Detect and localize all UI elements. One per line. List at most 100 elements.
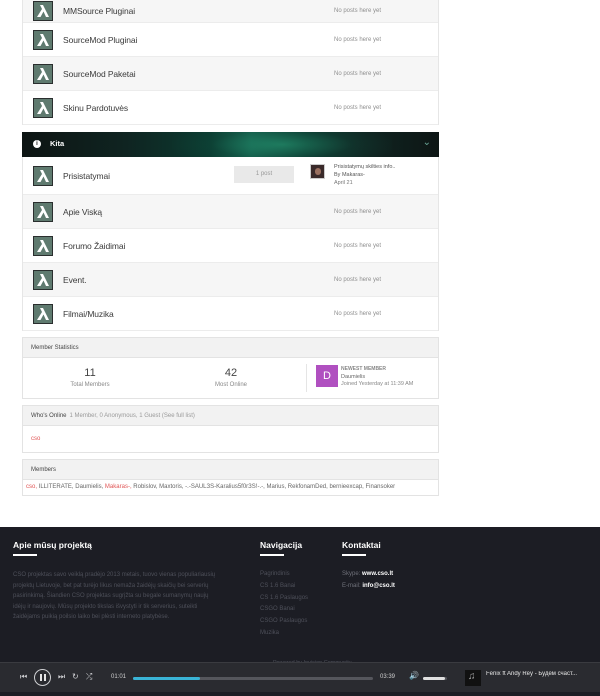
forum-icon bbox=[33, 97, 53, 118]
footer-about: Apie mūsų projektą CSO projektas savo ve… bbox=[13, 540, 218, 623]
last-post-date: April 21 bbox=[334, 180, 353, 186]
footer-nav-links: Pagrindinis CS 1.6 Banai CS 1.6 Paslaugo… bbox=[260, 569, 308, 640]
whos-online-summary[interactable]: 1 Member, 0 Anonymous, 1 Guest (See full… bbox=[70, 413, 195, 419]
forum-status: No posts here yet bbox=[334, 242, 382, 249]
progress-fill bbox=[133, 677, 201, 680]
footer-link[interactable]: CS 1.6 Paslaugos bbox=[260, 593, 308, 605]
skype-label: Skype: bbox=[342, 571, 361, 577]
total-members-stat: 11 Total Members bbox=[55, 367, 125, 388]
last-post-by-prefix: By bbox=[334, 172, 341, 178]
forum-name[interactable]: Forumo Žaidimai bbox=[63, 241, 125, 251]
newest-member-joined: Joined Yesterday at 11:39 AM bbox=[341, 381, 414, 387]
forum-icon bbox=[33, 165, 53, 186]
forum-status: No posts here yet bbox=[334, 8, 382, 14]
forum-status: No posts here yet bbox=[334, 104, 382, 111]
whos-online-header: Who's Online 1 Member, 0 Anonymous, 1 Gue… bbox=[23, 406, 438, 426]
forum-name[interactable]: MMSource Pluginai bbox=[63, 6, 135, 16]
email-value[interactable]: info@cso.lt bbox=[362, 583, 395, 589]
most-online-stat: 42 Most Online bbox=[196, 367, 266, 388]
most-online-label: Most Online bbox=[214, 382, 247, 388]
forum-status: No posts here yet bbox=[334, 70, 382, 77]
forum-row[interactable]: MMSource Pluginai No posts here yet bbox=[23, 0, 438, 23]
avatar[interactable]: D bbox=[316, 365, 338, 387]
forum-status: No posts here yet bbox=[334, 36, 382, 43]
forum-row[interactable]: Prisistatymai 1 post Prisistatymų skilti… bbox=[23, 157, 438, 195]
member-link[interactable]: Makaras-, bbox=[103, 484, 132, 490]
previous-icon[interactable]: ⏮ bbox=[20, 672, 27, 682]
footer-about-text: CSO projektas savo veiklą pradėjo 2013 m… bbox=[13, 572, 216, 620]
footer-link[interactable]: Muzika bbox=[260, 628, 308, 640]
member-statistics: Member Statistics 11 Total Members 42 Mo… bbox=[22, 337, 439, 399]
song-title[interactable]: Fenix ft Andy Rey - Будем счаст... bbox=[486, 671, 596, 677]
members-list: cso, ILLITERATE, Daumielis, Makaras-, Ro… bbox=[23, 480, 438, 495]
last-post-info: Prisistatymų skilties info.. By Makaras-… bbox=[334, 163, 395, 187]
total-members-label: Total Members bbox=[70, 382, 110, 388]
current-time: 01:01 bbox=[111, 674, 127, 680]
forum-row[interactable]: Event. No posts here yet bbox=[23, 263, 438, 297]
member-link[interactable]: ILLITERATE, Daumielis, bbox=[37, 484, 104, 490]
forum-row[interactable]: Filmai/Muzika No posts here yet bbox=[23, 297, 438, 331]
volume-icon[interactable]: 🔊 bbox=[409, 671, 419, 680]
total-members-count: 11 bbox=[84, 367, 96, 379]
forum-row[interactable]: Skinu Pardotuvės No posts here yet bbox=[23, 91, 438, 125]
title-underline bbox=[342, 554, 366, 556]
forum-icon bbox=[33, 303, 53, 324]
footer-link[interactable]: CSGO Banai bbox=[260, 604, 308, 616]
last-post-author[interactable]: Makaras- bbox=[342, 172, 365, 178]
skype-value[interactable]: www.cso.lt bbox=[362, 571, 393, 577]
member-statistics-title: Member Statistics bbox=[23, 338, 438, 358]
newest-member: NEWEST MEMBER Daumielis Joined Yesterday… bbox=[341, 366, 413, 389]
forum-name[interactable]: Skinu Pardotuvės bbox=[63, 103, 128, 113]
volume-fill bbox=[423, 677, 445, 680]
forum-name[interactable]: SourceMod Pluginai bbox=[63, 35, 137, 45]
chevron-down-icon[interactable]: ⌄ bbox=[423, 137, 431, 148]
newest-member-label: NEWEST MEMBER bbox=[341, 366, 386, 372]
header-glow bbox=[172, 132, 392, 157]
forum-status: No posts here yet bbox=[334, 310, 382, 317]
online-user[interactable]: cso bbox=[23, 426, 438, 452]
total-time: 03:39 bbox=[380, 674, 396, 680]
progress-bar[interactable] bbox=[133, 677, 373, 680]
shuffle-icon[interactable]: ⤮ bbox=[86, 672, 92, 682]
footer-about-title: Apie mūsų projektą bbox=[13, 540, 92, 550]
post-count-badge: 1 post bbox=[234, 166, 294, 183]
footer-link[interactable]: CS 1.6 Banai bbox=[260, 581, 308, 593]
member-link[interactable]: cso, bbox=[26, 484, 37, 490]
forum-name[interactable]: Apie Viską bbox=[63, 207, 102, 217]
song-thumbnail bbox=[465, 670, 481, 686]
newest-member-name[interactable]: Daumielis bbox=[341, 374, 413, 382]
avatar[interactable] bbox=[310, 164, 325, 179]
forum-name[interactable]: SourceMod Paketai bbox=[63, 69, 136, 79]
forum-name[interactable]: Event. bbox=[63, 275, 87, 285]
forum-row[interactable]: SourceMod Pluginai No posts here yet bbox=[23, 23, 438, 57]
forum-row[interactable]: SourceMod Paketai No posts here yet bbox=[23, 57, 438, 91]
category-header[interactable]: i Kita ⌄ bbox=[22, 132, 439, 157]
forum-row[interactable]: Forumo Žaidimai No posts here yet bbox=[23, 229, 438, 263]
next-icon[interactable]: ⏭ bbox=[58, 672, 65, 682]
forum-name[interactable]: Prisistatymai bbox=[63, 171, 110, 181]
contact-info: Skype: www.cso.lt E-mail: info@cso.lt bbox=[342, 569, 395, 592]
forum-icon bbox=[33, 269, 53, 290]
category-forum-list: Prisistatymai 1 post Prisistatymų skilti… bbox=[22, 157, 439, 331]
category-title[interactable]: Kita bbox=[50, 139, 64, 148]
member-link[interactable]: Robislov, Maxtoris, -.-SAULЗS-Karalius5f… bbox=[132, 484, 395, 490]
volume-slider[interactable] bbox=[423, 677, 447, 680]
members-box: Members cso, ILLITERATE, Daumielis, Maka… bbox=[22, 459, 439, 496]
forum-status: No posts here yet bbox=[334, 208, 382, 215]
forum-icon bbox=[33, 1, 53, 21]
footer-link[interactable]: CSGO Paslaugos bbox=[260, 616, 308, 628]
forum-name[interactable]: Filmai/Muzika bbox=[63, 309, 114, 319]
title-underline bbox=[260, 554, 284, 556]
last-post-title[interactable]: Prisistatymų skilties info.. bbox=[334, 164, 395, 170]
repeat-icon[interactable]: ↻ bbox=[72, 672, 79, 681]
pause-button[interactable] bbox=[34, 669, 51, 686]
footer-contact-title: Kontaktai bbox=[342, 540, 381, 550]
info-icon: i bbox=[33, 140, 41, 148]
forum-row[interactable]: Apie Viską No posts here yet bbox=[23, 195, 438, 229]
footer-link[interactable]: Pagrindinis bbox=[260, 569, 308, 581]
forum-icon bbox=[33, 201, 53, 222]
whos-online-title: Who's Online bbox=[31, 413, 67, 419]
forum-icon bbox=[33, 29, 53, 50]
divider bbox=[306, 364, 307, 392]
footer-contacts: Kontaktai Skype: www.cso.lt E-mail: info… bbox=[342, 540, 395, 592]
